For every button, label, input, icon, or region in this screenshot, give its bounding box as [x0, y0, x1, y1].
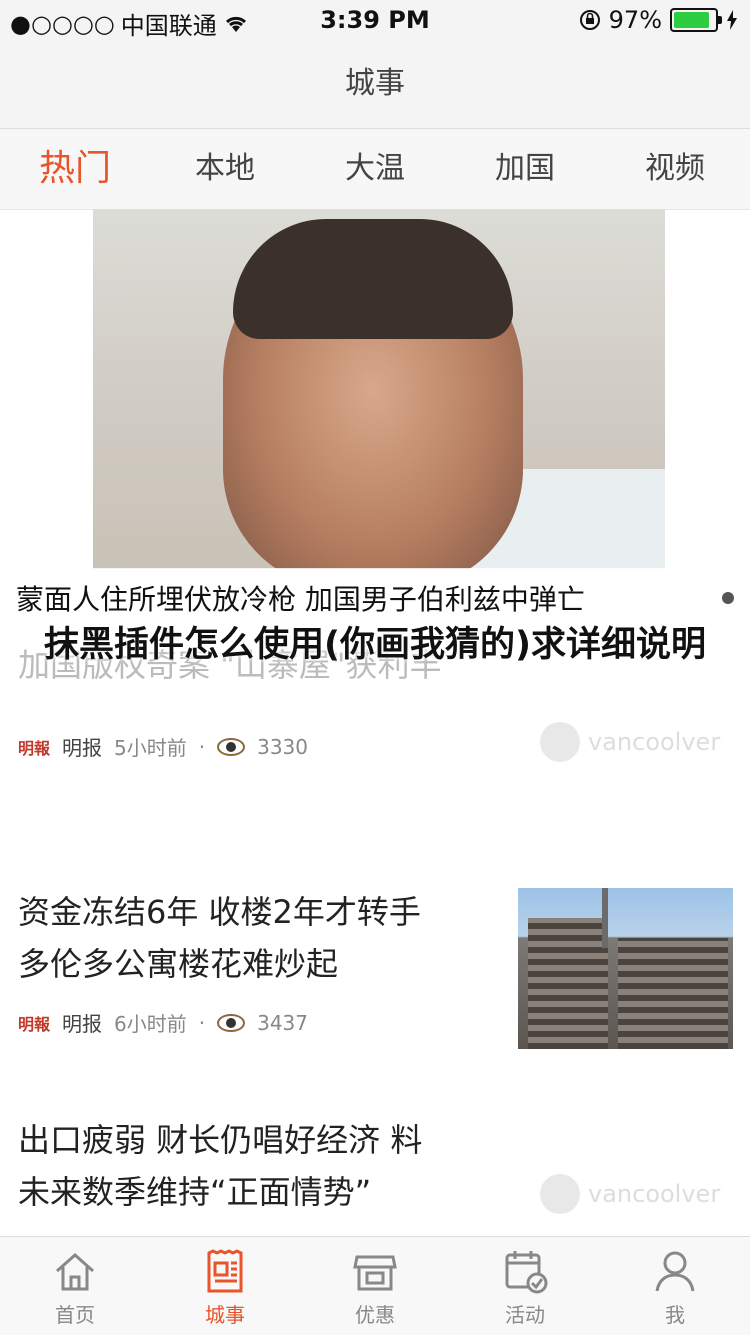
- view-count: 3437: [257, 1010, 309, 1035]
- bottom-tab-city-news[interactable]: 城事: [150, 1237, 300, 1335]
- home-icon: [56, 1252, 94, 1291]
- watermark-text: vancoolver: [588, 1180, 721, 1208]
- watermark-circle-icon: [540, 1174, 580, 1214]
- article-2-thumbnail[interactable]: [518, 888, 733, 1049]
- tab-local[interactable]: 本地: [150, 129, 300, 209]
- article-3-headline-line2: 未来数季维持“正面情势”: [18, 1173, 372, 1211]
- page-title: 城事: [345, 66, 405, 101]
- store-icon: [353, 1255, 397, 1291]
- eye-icon: [217, 1013, 246, 1032]
- bottom-tab-bar: 首页 城事 优惠 活动 我: [0, 1236, 750, 1335]
- source-name: 明报: [62, 1012, 103, 1036]
- person-icon: [655, 1251, 695, 1292]
- article-1-meta: 明報 明报 5小时前 · 3330: [18, 732, 308, 761]
- source-logo: 明報: [18, 1014, 51, 1034]
- battery-level: [674, 12, 709, 28]
- article-3-headline-line1: 出口疲弱 财长仍唱好经济 料: [18, 1121, 423, 1159]
- publish-time: 5小时前: [114, 736, 187, 760]
- watermark-logo: vancoolver: [540, 722, 720, 762]
- meta-separator: ·: [198, 1010, 206, 1035]
- tab-vancouver[interactable]: 大温: [300, 129, 450, 209]
- thumbnail-building: [618, 938, 728, 1049]
- article-2-meta: 明報 明报 6小时前 · 3437: [18, 1008, 308, 1037]
- source-logo: 明報: [18, 738, 51, 758]
- status-bar-right: 97%: [579, 6, 738, 34]
- status-bar: ●○○○○ 中国联通 3:39 PM 97%: [0, 0, 750, 40]
- hero-caption: 蒙面人住所埋伏放冷枪 加国男子伯利兹中弹亡: [16, 583, 585, 616]
- watermark-text: vancoolver: [588, 728, 721, 756]
- charging-bolt-icon: [727, 10, 737, 30]
- newspaper-icon: [207, 1249, 243, 1293]
- meta-separator: ·: [198, 734, 206, 759]
- bottom-tab-label: 活动: [505, 1303, 545, 1327]
- article-2-headline-line2: 多伦多公寓楼花难炒起: [18, 945, 339, 983]
- bottom-tab-label: 我: [665, 1303, 685, 1327]
- overlay-title: 抹黑插件怎么使用(你画我猜的)求详细说明: [44, 625, 706, 665]
- bottom-tab-events[interactable]: 活动: [450, 1237, 600, 1335]
- carousel-indicator-dot: [722, 592, 734, 604]
- battery-icon: [670, 8, 722, 32]
- orientation-lock-icon: [579, 10, 600, 30]
- article-2-headline-line1: 资金冻结6年 收楼2年才转手: [18, 893, 421, 931]
- category-tabs: 热门 本地 大温 加国 视频: [0, 129, 750, 210]
- hero-image[interactable]: [93, 209, 665, 569]
- tab-hot[interactable]: 热门: [0, 129, 150, 209]
- tab-video[interactable]: 视频: [600, 129, 750, 209]
- bottom-tab-home[interactable]: 首页: [0, 1237, 150, 1335]
- tab-canada[interactable]: 加国: [450, 129, 600, 209]
- watermark-circle-icon: [540, 722, 580, 762]
- watermark-logo: vancoolver: [540, 1174, 720, 1214]
- source-name: 明报: [62, 736, 103, 760]
- battery-percent: 97%: [608, 6, 662, 34]
- article-2-headline[interactable]: 资金冻结6年 收楼2年才转手 多伦多公寓楼花难炒起: [18, 886, 421, 990]
- article-3-headline[interactable]: 出口疲弱 财长仍唱好经济 料 未来数季维持“正面情势”: [18, 1114, 422, 1218]
- bottom-tab-label: 优惠: [355, 1303, 395, 1327]
- bottom-tab-label: 首页: [55, 1303, 95, 1327]
- eye-icon: [217, 737, 246, 756]
- view-count: 3330: [257, 734, 309, 759]
- thumbnail-tower: [602, 888, 608, 948]
- hero-image-hair: [233, 219, 513, 339]
- calendar-check-icon: [505, 1251, 548, 1294]
- nav-bar: 城事: [0, 40, 750, 129]
- bottom-tab-label: 城事: [205, 1303, 245, 1327]
- publish-time: 6小时前: [114, 1012, 187, 1036]
- bottom-tab-me[interactable]: 我: [600, 1237, 750, 1335]
- thumbnail-building: [528, 918, 608, 1049]
- bottom-tab-deals[interactable]: 优惠: [300, 1237, 450, 1335]
